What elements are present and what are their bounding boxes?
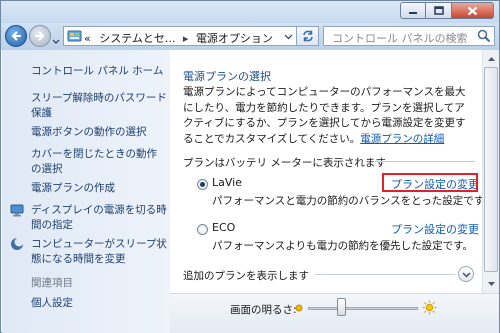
caption-buttons — [400, 2, 494, 19]
chevron-down-icon — [487, 281, 495, 286]
page-title: 電源プランの選択 — [183, 70, 271, 83]
chevron-up-icon — [487, 56, 495, 61]
plan-name-eco[interactable]: ECO — [212, 221, 235, 234]
close-icon — [467, 6, 478, 15]
main-content: 電源プランの選択 電源プランによってコンピューターのパフォーマンスを最大にしたり… — [170, 50, 494, 293]
minimize-button[interactable] — [400, 2, 426, 19]
power-plan-details-link[interactable]: 電源プランの詳細 — [360, 133, 444, 145]
task-pane: コントロール パネル ホーム スリープ解除時のパスワード保護 電源ボタンの動作の… — [2, 50, 170, 333]
address-dropdown-icon[interactable] — [284, 32, 293, 41]
moon-icon — [11, 237, 24, 250]
plan-radio-eco[interactable] — [197, 224, 208, 235]
navigation-bar: « システムとセ... ▸ 電源オプション コントロール パネルの検索 — [1, 23, 499, 50]
breadcrumb-item-power[interactable]: 電源オプション — [196, 32, 273, 45]
plan-description-lavie: パフォーマンスと電力の節約のバランスをとった設定です。 — [212, 195, 494, 207]
chevron-down-icon — [52, 39, 60, 44]
sidebar-link-lid-close[interactable]: カバーを閉じたときの動作の選択 — [31, 147, 167, 177]
sidebar-link-wake-password[interactable]: スリープ解除時のパスワード保護 — [31, 91, 167, 121]
close-button[interactable] — [452, 2, 494, 19]
minimize-icon — [409, 11, 417, 14]
show-more-plans-label[interactable]: 追加のプランを表示します — [183, 268, 309, 283]
section-label: プランはバッテリ メーターに表示されます — [183, 157, 386, 169]
search-icon[interactable] — [477, 29, 491, 43]
control-panel-icon — [67, 30, 82, 42]
sidebar-link-create-plan[interactable]: 電源プランの作成 — [31, 181, 167, 196]
breadcrumb: « システムとセ... ▸ 電源オプション — [84, 30, 273, 46]
refresh-button[interactable] — [297, 26, 319, 46]
brightness-label: 画面の明るさ: — [230, 304, 297, 316]
breadcrumb-separator[interactable]: ▸ — [183, 32, 189, 45]
scrollbar-thumb[interactable] — [484, 67, 498, 272]
sidebar-link-power-button[interactable]: 電源ボタンの動作の選択 — [31, 125, 167, 140]
related-heading: 関連項目 — [31, 277, 73, 289]
recent-pages-dropdown[interactable] — [52, 31, 60, 44]
maximize-button[interactable] — [426, 2, 452, 19]
brightness-slider-track[interactable] — [308, 307, 418, 310]
expand-plans-button[interactable] — [458, 266, 474, 282]
sun-dim-icon — [295, 304, 303, 312]
section-divider — [375, 161, 475, 162]
breadcrumb-item-system[interactable]: システムとセ... — [99, 32, 175, 45]
sidebar-link-display-off[interactable]: ディスプレイの電源を切る時間の指定 — [31, 203, 167, 233]
sidebar-link-sleep-time[interactable]: コンピューターがスリープ状態になる時間を変更 — [31, 237, 167, 267]
sidebar-link-home[interactable]: コントロール パネル ホーム — [31, 64, 167, 79]
back-button[interactable] — [5, 25, 27, 47]
page-description: 電源プランによってコンピューターのパフォーマンスを最大にしたり、電力を節約したり… — [183, 85, 473, 147]
plan-settings-link-eco[interactable]: プラン設定の変更 — [391, 221, 479, 237]
maximize-icon — [433, 6, 444, 15]
refresh-icon — [302, 30, 313, 42]
search-input[interactable]: コントロール パネルの検索 — [323, 26, 495, 46]
scroll-down-button[interactable] — [483, 276, 499, 292]
arrow-right-icon — [35, 31, 45, 41]
forward-button[interactable] — [29, 25, 51, 47]
address-bar[interactable]: « システムとセ... ▸ 電源オプション — [63, 26, 297, 46]
vertical-scrollbar[interactable] — [482, 50, 499, 293]
plan-description-eco: パフォーマンスよりも電力の節約を優先した設定です。 — [212, 240, 474, 252]
display-icon — [10, 204, 24, 217]
plan-radio-lavie[interactable] — [197, 179, 208, 190]
search-placeholder: コントロール パネルの検索 — [332, 32, 468, 45]
arrow-left-icon — [11, 31, 21, 41]
scroll-up-button[interactable] — [483, 50, 499, 66]
plan-name-lavie[interactable]: LaVie — [212, 176, 242, 189]
highlight-box — [382, 173, 478, 192]
more-plans-divider — [315, 274, 455, 275]
title-bar — [1, 1, 499, 23]
brightness-bar: 画面の明るさ: — [170, 293, 499, 333]
brightness-slider-thumb[interactable] — [337, 298, 346, 316]
sun-bright-icon — [422, 300, 437, 315]
chevron-down-icon — [462, 272, 470, 277]
sidebar-link-personalize[interactable]: 個人設定 — [31, 296, 167, 311]
breadcrumb-overflow[interactable]: « — [84, 32, 91, 45]
control-panel-window: « システムとセ... ▸ 電源オプション コントロール パネルの検索 コントロ… — [0, 0, 500, 333]
